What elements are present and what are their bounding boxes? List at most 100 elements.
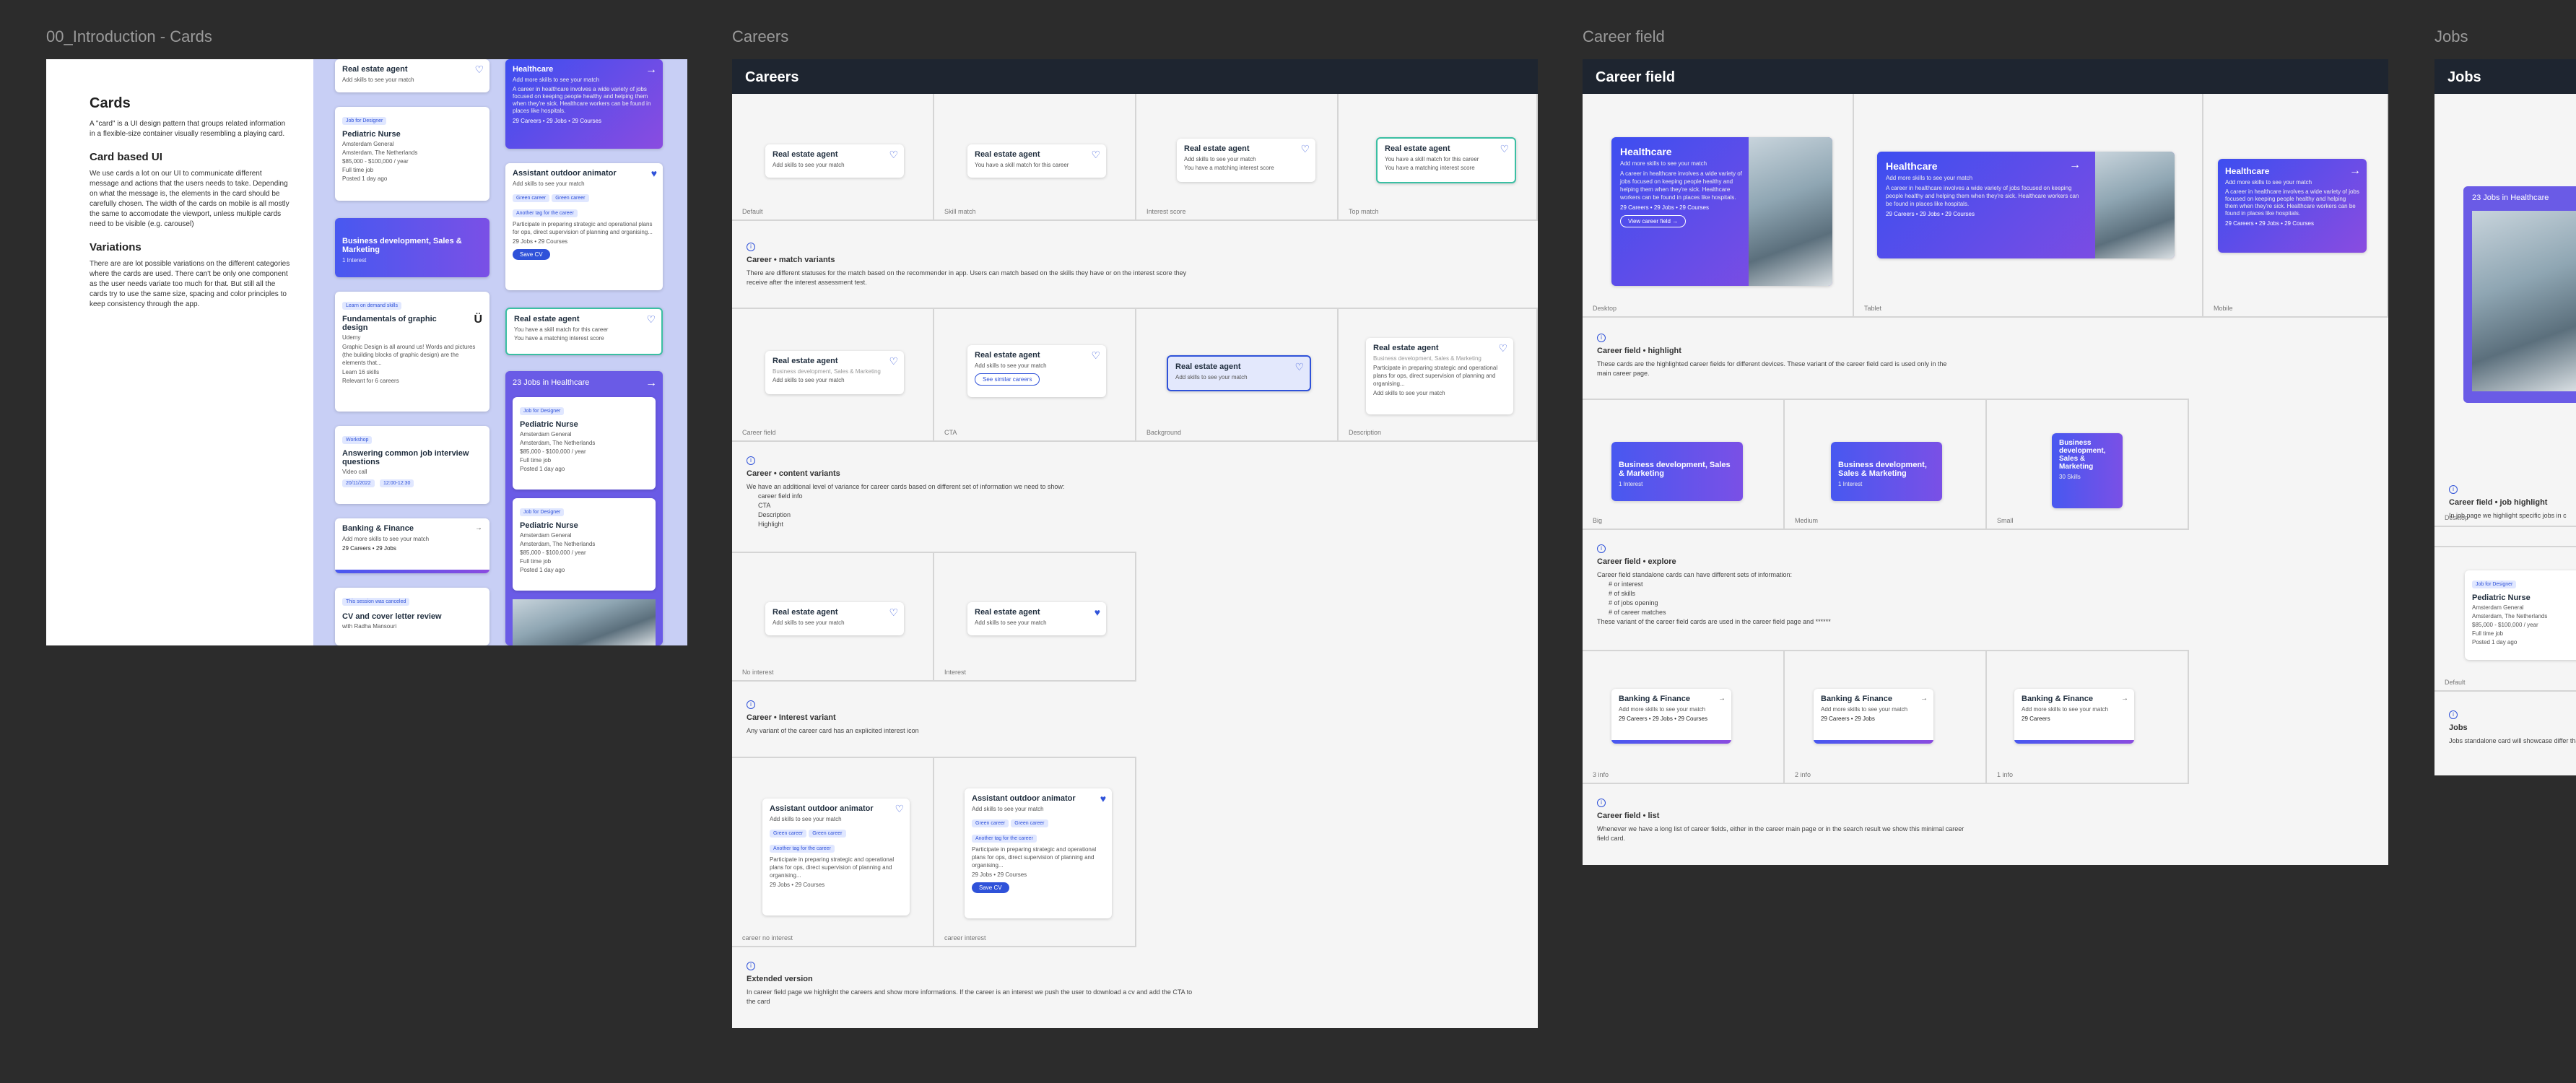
career-card[interactable]: Real estate agent Add skills to see your… [335,59,489,92]
heart-outline-icon[interactable]: ♡ [889,355,898,367]
heart-outline-icon[interactable]: ♡ [1294,361,1304,373]
interest-variant-info: i Career • Interest variant Any variant … [747,700,1194,736]
jobs-in-field-panel[interactable]: 23 Jobs in Healthcare → Job for Designer… [505,371,663,645]
career-field-card[interactable]: Business development, Sales & Marketing … [335,218,489,277]
content-variants-info: i Career • content variants We have an a… [747,456,1194,529]
card-stats: 29 Jobs • 29 Courses [770,882,825,888]
heart-outline-icon[interactable]: ♡ [1091,349,1100,362]
heart-filled-icon[interactable]: ♥ [1100,793,1106,804]
caption: Career field [742,429,776,436]
job-posted: Posted 1 day ago [2472,639,2518,645]
heart-outline-icon[interactable]: ♡ [1091,149,1100,161]
banking-card[interactable]: Banking & Finance Add more skills to see… [335,518,489,573]
heart-outline-icon[interactable]: ♡ [1300,143,1310,155]
career-card-extended-no-interest[interactable]: Assistant outdoor animator Add skills to… [762,799,910,915]
arrow-right-icon[interactable]: → [1920,695,1928,703]
arrow-right-icon[interactable]: → [475,524,482,532]
career-card-extended[interactable]: Assistant outdoor animator Add skills to… [505,163,663,290]
course-title: Fundamentals of graphic design [342,315,437,332]
healthcare-sub: Add more skills to see your match [513,77,600,83]
heart-outline-icon[interactable]: ♡ [895,803,904,815]
banking-card-2info[interactable]: Banking & Finance Add more skills to see… [1814,689,1933,744]
arrow-right-icon[interactable]: → [1718,695,1726,703]
top-match-card[interactable]: Real estate agent You have a skill match… [505,308,663,355]
extended-version-info: i Extended version In career field page … [747,962,1194,1006]
career-card-default[interactable]: Real estate agent Add skills to see your… [765,144,904,178]
save-cv-button[interactable]: Save CV [513,249,550,260]
field-card-big[interactable]: Business development, Sales & Marketing … [1611,442,1743,501]
job-card[interactable]: Job for Designer Pediatric Nurse Amsterd… [335,107,489,201]
healthcare-highlight-mobile[interactable]: Healthcare Add more skills to see your m… [2218,159,2367,253]
arrow-right-icon[interactable]: → [645,377,657,390]
card-sub: Add skills to see your match [1373,390,1445,396]
healthcare-highlight-tablet[interactable]: Healthcare Add more skills to see your m… [1877,152,2175,258]
caption: Big [1593,517,1603,524]
banking-card-1info[interactable]: Banking & Finance Add more skills to see… [2014,689,2134,744]
heart-filled-icon[interactable]: ♥ [651,168,657,179]
job-card[interactable]: Job for Designer Pediatric Nurse Amsterd… [513,397,656,490]
jobs-in-title: 23 Jobs in Healthcare [2472,193,2549,202]
caption: Small [1997,517,2014,524]
career-card-top-match[interactable]: Real estate agent You have a skill match… [1376,137,1516,183]
card-sub2: You have a matching interest score [1385,165,1475,171]
view-field-button[interactable]: View career field → [1620,215,1687,227]
job-type: Full time job [342,167,374,173]
heart-outline-icon[interactable]: ♡ [889,606,898,619]
career-card-description[interactable]: Real estate agent Business development, … [1366,338,1513,414]
job-location: Amsterdam, The Netherlands [520,541,596,547]
job-location: Amsterdam, The Netherlands [342,149,418,156]
field-stats: 29 Careers • 29 Jobs [1821,716,1875,722]
career-card-background[interactable]: Real estate agent Add skills to see your… [1167,355,1311,391]
job-card[interactable]: Job for Designer Pediatric Nurse Amsterd… [513,498,656,591]
career-card-extended-interest[interactable]: Assistant outdoor animator Add skills to… [965,788,1112,918]
save-cv-button[interactable]: Save CV [972,882,1009,893]
heart-outline-icon[interactable]: ♡ [889,149,898,161]
career-card-no-interest[interactable]: Real estate agent Add skills to see your… [765,602,904,635]
arrow-right-icon[interactable]: → [645,64,657,77]
tag: Another tag for the career [972,835,1037,843]
career-card-skill-match[interactable]: Real estate agent You have a skill match… [967,144,1106,178]
career-field-frame[interactable]: Career field Desktop Tablet Mobile Healt… [1583,59,2388,865]
careers-frame[interactable]: Careers Default Skill match Interest sco… [732,59,1538,1028]
job-company: Amsterdam General [520,532,572,539]
card-sub2: You have a matching interest score [1184,165,1274,171]
heart-outline-icon[interactable]: ♡ [646,313,656,326]
arrow-right-icon[interactable]: → [2069,159,2081,172]
heart-outline-icon[interactable]: ♡ [1500,143,1509,155]
card-title: Real estate agent [1385,144,1450,153]
heart-outline-icon[interactable]: ♡ [474,64,484,76]
field-title: Banking & Finance [1619,695,1691,703]
skill-match: You have a skill match for this career [514,326,609,333]
jobs-highlight-panel[interactable]: 23 Jobs in Healthcare [2463,186,2576,403]
see-similar-button[interactable]: See similar careers [975,373,1040,386]
career-card-field[interactable]: Real estate agent Business development, … [765,351,904,394]
workshop-time: 12:00-12:30 [379,479,414,487]
healthcare-card[interactable]: Healthcare Add more skills to see your m… [505,59,663,149]
course-provider: Udemy [342,334,361,341]
caption: Tablet [1864,305,1882,312]
arrow-right-icon[interactable]: → [2121,695,2128,703]
healthcare-highlight-desktop[interactable]: Healthcare Add more skills to see your m… [1611,137,1832,286]
banking-stats: 29 Careers • 29 Jobs [342,545,396,552]
job-card[interactable]: Job for Designer Pediatric Nurse Amsterd… [2465,570,2576,660]
jobs-frame[interactable]: Jobs Desktop 23 Jobs in Healthcare i Car… [2434,59,2576,775]
heart-outline-icon[interactable]: ♡ [1498,342,1507,355]
career-card-cta[interactable]: Real estate agent Add skills to see your… [967,345,1106,397]
career-card-interest[interactable]: Real estate agent Add skills to see your… [967,602,1106,635]
career-card-interest-score[interactable]: Real estate agent Add skills to see your… [1177,139,1315,182]
job-salary: $85,000 - $100,000 / year [2472,622,2538,628]
field-card-small[interactable]: Business development, Sales & Marketing … [2052,433,2123,508]
caption: No interest [742,669,774,676]
banking-card-3info[interactable]: Banking & Finance Add more skills to see… [1611,689,1731,744]
arrow-right-icon[interactable]: → [2349,165,2361,178]
info-desc: These cards are the highlighted career f… [1597,360,1947,377]
heart-filled-icon[interactable]: ♥ [1095,606,1100,618]
field-card-medium[interactable]: Business development, Sales & Marketing … [1831,442,1942,501]
info-title: Career • content variants [747,469,840,478]
workshop-card[interactable]: Workshop Answering common job interview … [335,426,489,504]
session-card[interactable]: This session was canceled CV and cover l… [335,588,489,645]
intro-frame[interactable]: Cards A "card" is a UI design pattern th… [46,59,687,645]
course-card[interactable]: Learn on demand skills Fundamentals of g… [335,292,489,412]
card-title: Real estate agent [1175,362,1241,371]
career-field-header: Career field [1583,59,2388,94]
